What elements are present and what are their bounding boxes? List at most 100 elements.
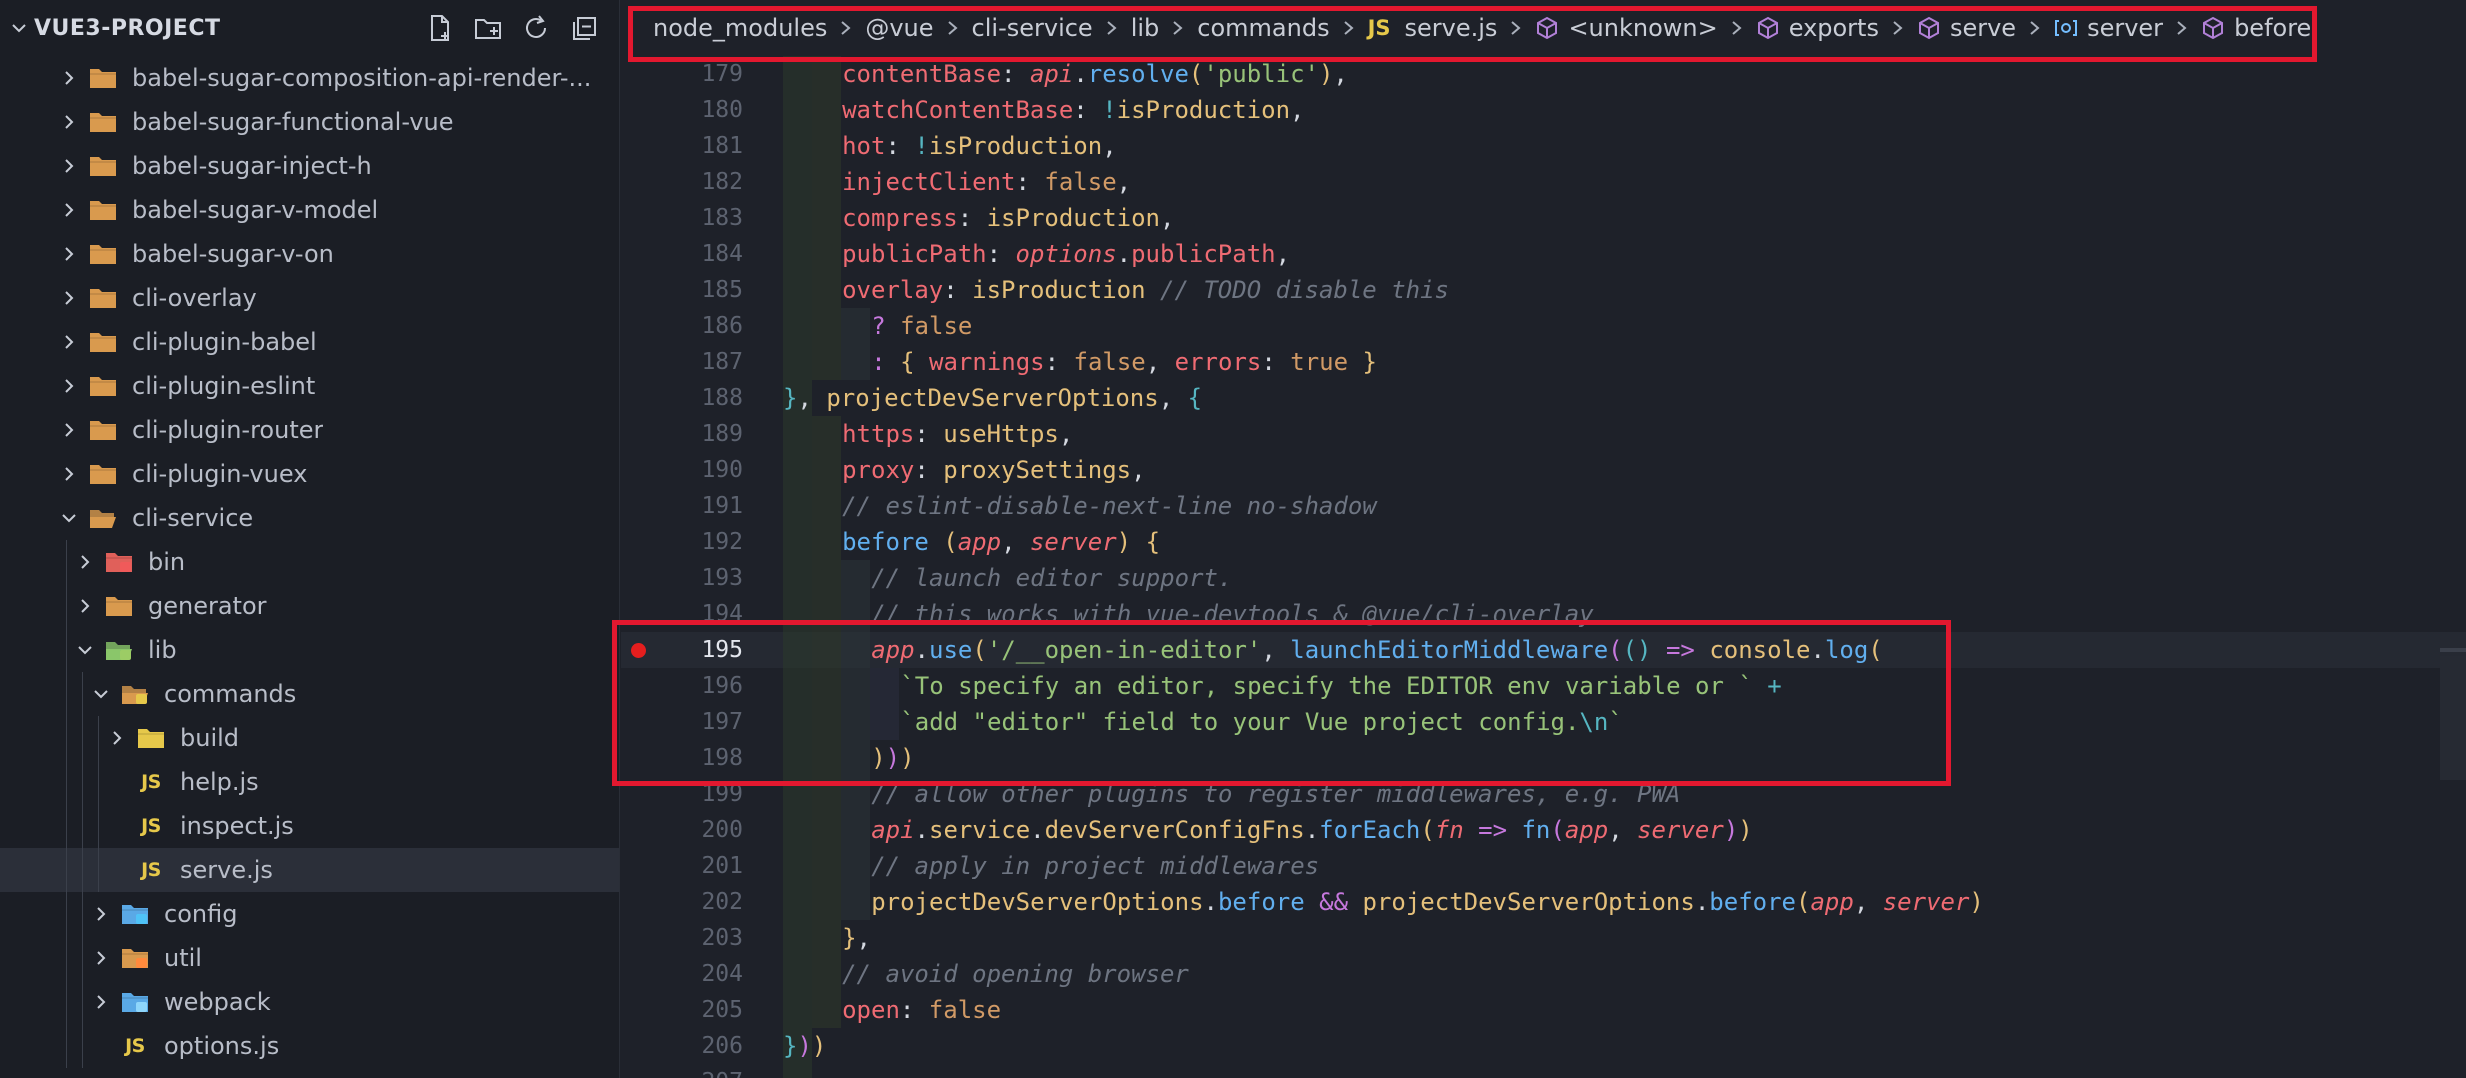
code-line[interactable]: 189 https: useHttps, [621, 416, 2466, 452]
build-folder-icon [136, 725, 166, 751]
folder-item[interactable]: cli-service [0, 496, 619, 540]
folder-item[interactable]: babel-sugar-functional-vue [0, 100, 619, 144]
code-token: proxy [842, 456, 915, 484]
code-line[interactable]: 195 app.use('/__open-in-editor', launchEd… [621, 632, 2466, 668]
new-file-icon[interactable] [424, 12, 456, 44]
code-line[interactable]: 183 compress: isProduction, [621, 200, 2466, 236]
line-number: 197 [701, 709, 743, 735]
folder-item[interactable]: cli-plugin-router [0, 408, 619, 452]
code-line[interactable]: 191 // eslint-disable-next-line no-shadow [621, 488, 2466, 524]
folder-item[interactable]: cli-overlay [0, 276, 619, 320]
code-lines[interactable]: 179 contentBase: api.resolve('public'), 18… [621, 56, 2466, 1078]
folder-item[interactable]: util [0, 936, 619, 980]
code-line[interactable]: 193 // launch editor support. [621, 560, 2466, 596]
folder-item[interactable]: cli-plugin-babel [0, 320, 619, 364]
file-item[interactable]: JS inspect.js [0, 804, 619, 848]
code-line[interactable]: 203}, [621, 920, 2466, 956]
folder-item[interactable]: build [0, 716, 619, 760]
file-item[interactable]: JS serve.js [0, 848, 619, 892]
chevron-right-icon[interactable] [74, 551, 96, 573]
chevron-right-icon[interactable] [58, 463, 80, 485]
chevron-right-icon[interactable] [74, 595, 96, 617]
breadcrumb-item[interactable]: lib [1131, 14, 1160, 42]
chevron-down-icon[interactable] [6, 15, 32, 41]
folder-item[interactable]: lib [0, 628, 619, 672]
chevron-right-icon[interactable] [58, 67, 80, 89]
code-token: } [783, 384, 798, 412]
code-line[interactable]: 207 [621, 1064, 2466, 1078]
chevron-down-icon[interactable] [74, 639, 96, 661]
chevron-right-icon[interactable] [58, 375, 80, 397]
code-line[interactable]: 180 watchContentBase: !isProduction, [621, 92, 2466, 128]
code-line[interactable]: 185 overlay: isProduction // TODO disable… [621, 272, 2466, 308]
code-line[interactable]: 199 // allow other plugins to register mi… [621, 776, 2466, 812]
breadcrumb-item[interactable]: <unknown> [1535, 14, 1718, 42]
tree-item-label: webpack [164, 988, 271, 1016]
indent-guide [783, 884, 812, 920]
chevron-right-icon[interactable] [58, 419, 80, 441]
breadcrumb-item[interactable]: node_modules [653, 14, 827, 42]
chevron-right-icon[interactable] [106, 727, 128, 749]
code-line[interactable]: 196 `To specify an editor, specify the ED… [621, 668, 2466, 704]
folder-item[interactable]: commands [0, 672, 619, 716]
code-line[interactable]: 206})) [621, 1028, 2466, 1064]
chevron-right-icon[interactable] [58, 331, 80, 353]
folder-item[interactable]: babel-sugar-v-model [0, 188, 619, 232]
code-line[interactable]: 198))) [621, 740, 2466, 776]
breadcrumb-item[interactable]: server [2054, 14, 2163, 42]
code-line[interactable]: 187: { warnings: false, errors: true } [621, 344, 2466, 380]
code-line[interactable]: 200 api.service.devServerConfigFns.forEac… [621, 812, 2466, 848]
code-line[interactable]: 205 open: false [621, 992, 2466, 1028]
new-folder-icon[interactable] [472, 12, 504, 44]
breadcrumb-item[interactable]: cli-service [972, 14, 1093, 42]
code-line[interactable]: 184 publicPath: options.publicPath, [621, 236, 2466, 272]
breadcrumb-item[interactable]: JS serve.js [1368, 14, 1498, 42]
refresh-icon[interactable] [520, 12, 552, 44]
folder-item[interactable]: bin [0, 540, 619, 584]
code-line[interactable]: 204 // avoid opening browser [621, 956, 2466, 992]
chevron-down-icon[interactable] [90, 683, 112, 705]
chevron-right-icon[interactable] [58, 287, 80, 309]
file-item[interactable]: JS help.js [0, 760, 619, 804]
folder-item[interactable]: config [0, 892, 619, 936]
breadcrumb-item[interactable]: serve [1917, 14, 2016, 42]
code-line[interactable]: 192 before (app, server) { [621, 524, 2466, 560]
folder-item[interactable]: babel-sugar-inject-h [0, 144, 619, 188]
folder-item[interactable]: webpack [0, 980, 619, 1024]
chevron-right-icon[interactable] [90, 947, 112, 969]
chevron-right-icon[interactable] [90, 903, 112, 925]
code-line[interactable]: 190 proxy: proxySettings, [621, 452, 2466, 488]
indent-guide [783, 200, 812, 236]
breadcrumb-item[interactable]: @vue [865, 14, 933, 42]
chevron-right-icon[interactable] [58, 243, 80, 265]
file-item[interactable]: JS options.js [0, 1024, 619, 1068]
folder-item[interactable]: babel-sugar-v-on [0, 232, 619, 276]
breadcrumb-item[interactable]: exports [1756, 14, 1879, 42]
chevron-right-icon[interactable] [90, 991, 112, 1013]
code-line[interactable]: 197 `add "editor" field to your Vue proje… [621, 704, 2466, 740]
folder-item[interactable]: cli-plugin-eslint [0, 364, 619, 408]
code-line[interactable]: 202 projectDevServerOptions.before && pro… [621, 884, 2466, 920]
code-line[interactable]: 179 contentBase: api.resolve('public'), [621, 56, 2466, 92]
chevron-down-icon[interactable] [58, 507, 80, 529]
explorer-header[interactable]: VUE3-PROJECT [0, 0, 619, 56]
code-token: { [1187, 384, 1203, 412]
folder-item[interactable]: generator [0, 584, 619, 628]
code-line[interactable]: 181 hot: !isProduction, [621, 128, 2466, 164]
chevron-right-icon[interactable] [58, 199, 80, 221]
code-line[interactable]: 186? false [621, 308, 2466, 344]
chevron-right-icon[interactable] [58, 155, 80, 177]
code-token: . [914, 816, 929, 844]
folder-item[interactable]: babel-sugar-composition-api-render-... [0, 56, 619, 100]
code-line[interactable]: 188}, projectDevServerOptions, { [621, 380, 2466, 416]
folder-item[interactable]: cli-plugin-vuex [0, 452, 619, 496]
code-line[interactable]: 194 // this works with vue-devtools & @vu… [621, 596, 2466, 632]
code-line[interactable]: 182 injectClient: false, [621, 164, 2466, 200]
code-line[interactable]: 201 // apply in project middlewares [621, 848, 2466, 884]
scrollbar-thumb[interactable] [2440, 656, 2466, 780]
breadcrumb-item[interactable]: before [2201, 14, 2311, 42]
chevron-right-icon[interactable] [58, 111, 80, 133]
collapse-all-icon[interactable] [568, 12, 600, 44]
indent-guide [783, 272, 812, 308]
breadcrumb-item[interactable]: commands [1197, 14, 1329, 42]
